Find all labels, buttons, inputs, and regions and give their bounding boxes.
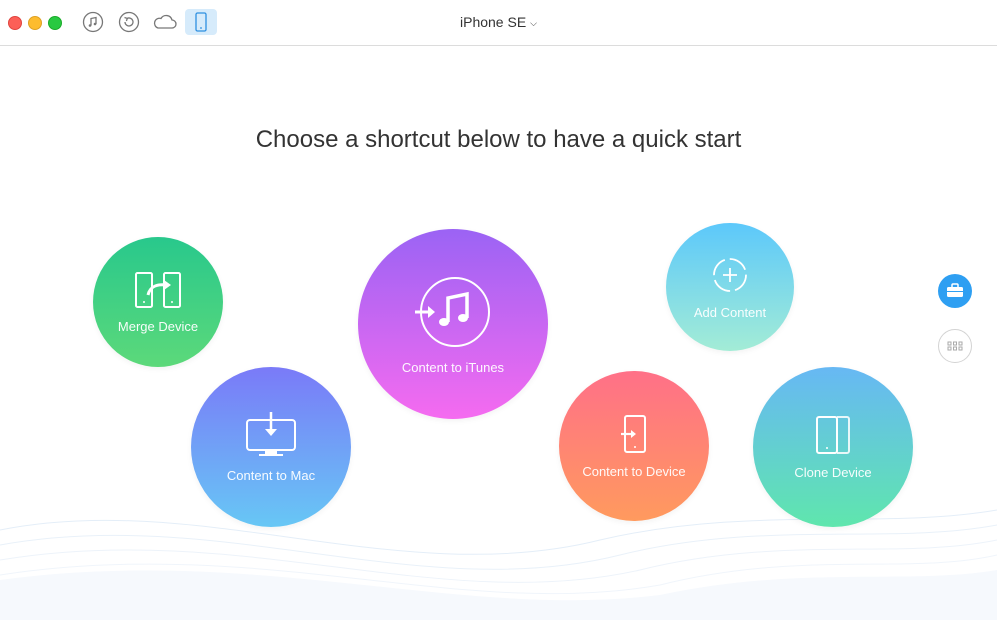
toolbox-button[interactable] bbox=[938, 274, 972, 308]
merge-device-icon bbox=[135, 271, 181, 308]
shortcut-label: Content to Device bbox=[582, 463, 686, 479]
icloud-icon bbox=[153, 14, 177, 29]
device-name: iPhone SE bbox=[460, 14, 527, 30]
window-minimize-button[interactable] bbox=[28, 16, 42, 30]
shortcut-label: Merge Device bbox=[117, 318, 199, 334]
toolbox-icon bbox=[947, 283, 963, 297]
window-close-button[interactable] bbox=[8, 16, 22, 30]
iphone-icon bbox=[195, 12, 207, 32]
shortcut-label: Content to Mac bbox=[226, 467, 316, 483]
chevron-down-icon: ⌵ bbox=[530, 18, 537, 28]
music-note-icon bbox=[82, 11, 104, 33]
content-to-mac-button[interactable]: Content to Mac bbox=[191, 367, 351, 527]
clone-device-icon bbox=[816, 415, 850, 454]
music-tab-button[interactable] bbox=[77, 9, 109, 35]
title-bar: iPhone SE ⌵ bbox=[0, 0, 997, 46]
add-content-button[interactable]: Add Content bbox=[666, 223, 794, 351]
content-to-itunes-button[interactable]: Content to iTunes bbox=[358, 229, 548, 419]
add-circle-icon bbox=[713, 257, 747, 292]
monitor-download-icon bbox=[246, 411, 296, 456]
shortcut-label: Clone Device bbox=[794, 464, 872, 480]
icloud-tab-button[interactable] bbox=[149, 9, 181, 35]
content-to-device-button[interactable]: Content to Device bbox=[559, 371, 709, 521]
shortcut-label: Content to iTunes bbox=[401, 359, 505, 375]
device-tab-button[interactable] bbox=[185, 9, 217, 35]
clone-device-button[interactable]: Clone Device bbox=[753, 367, 913, 527]
app-grid-icon bbox=[947, 341, 963, 351]
device-selector[interactable]: iPhone SE ⌵ bbox=[460, 14, 537, 30]
phone-import-icon bbox=[621, 414, 646, 453]
merge-device-button[interactable]: Merge Device bbox=[93, 237, 223, 367]
backup-restore-icon bbox=[118, 11, 140, 33]
shortcut-label: Add Content bbox=[693, 304, 767, 320]
window-zoom-button[interactable] bbox=[48, 16, 62, 30]
backup-tab-button[interactable] bbox=[113, 9, 145, 35]
page-headline: Choose a shortcut below to have a quick … bbox=[255, 126, 742, 153]
itunes-note-icon bbox=[415, 276, 490, 347]
app-grid-button[interactable] bbox=[938, 329, 972, 363]
